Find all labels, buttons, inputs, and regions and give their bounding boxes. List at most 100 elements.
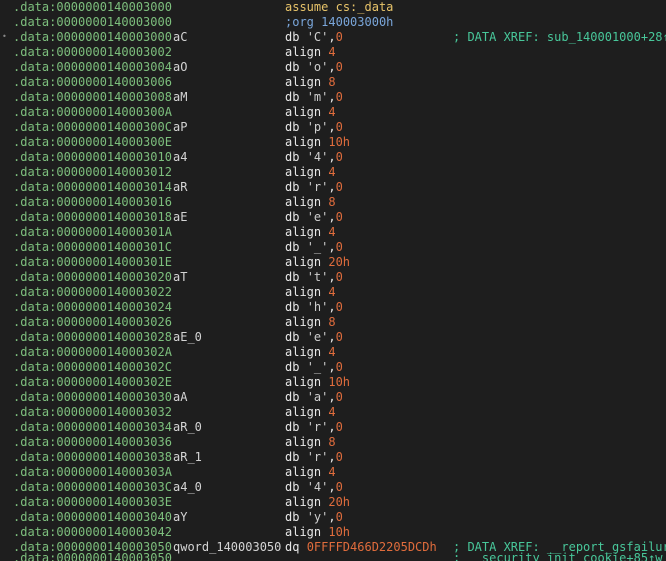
line-address[interactable]: .data:0000000140003012 <box>13 165 172 180</box>
listing-line[interactable]: .data:0000000140003030 aA db 'a',0 <box>0 390 666 405</box>
line-instruction[interactable]: db 'p',0 <box>285 120 343 135</box>
line-instruction[interactable]: db '4',0 <box>285 150 343 165</box>
line-xref-comment[interactable]: ; DATA XREF: sub_140001000+28↑o <box>453 30 666 45</box>
listing-line[interactable]: .data:0000000140003042 align 10h <box>0 525 666 540</box>
line-instruction[interactable]: db 'C',0 <box>285 30 343 45</box>
listing-line[interactable]: .data:000000014000301A align 4 <box>0 225 666 240</box>
line-label[interactable]: a4_0 <box>173 480 202 495</box>
line-label[interactable]: aY <box>173 510 187 525</box>
line-address[interactable]: .data:000000014000302C <box>13 360 172 375</box>
line-instruction[interactable]: db 'a',0 <box>285 390 343 405</box>
line-instruction[interactable]: db 'r',0 <box>285 180 343 195</box>
listing-line[interactable]: .data:0000000140003034 aR_0 db 'r',0 <box>0 420 666 435</box>
line-address[interactable]: .data:0000000140003040 <box>13 510 172 525</box>
line-instruction[interactable]: align 4 <box>285 285 336 300</box>
listing-line[interactable]: .data:0000000140003000 ;org 140003000h <box>0 15 666 30</box>
line-instruction[interactable]: db 'y',0 <box>285 510 343 525</box>
listing-line[interactable]: .data:0000000140003020 aT db 't',0 <box>0 270 666 285</box>
line-instruction[interactable]: assume cs:_data <box>285 0 393 15</box>
line-address[interactable]: .data:0000000140003014 <box>13 180 172 195</box>
line-label[interactable]: aO <box>173 60 187 75</box>
listing-line[interactable]: .data:000000014000301E align 20h <box>0 255 666 270</box>
line-address[interactable]: .data:0000000140003024 <box>13 300 172 315</box>
line-instruction[interactable]: align 20h <box>285 495 350 510</box>
line-address[interactable]: .data:0000000140003038 <box>13 450 172 465</box>
line-address[interactable]: .data:0000000140003006 <box>13 75 172 90</box>
listing-line[interactable]: .data:0000000140003012 align 4 <box>0 165 666 180</box>
line-address[interactable]: .data:0000000140003020 <box>13 270 172 285</box>
line-instruction[interactable]: db '_',0 <box>285 360 343 375</box>
line-label[interactable]: aR_0 <box>173 420 202 435</box>
line-instruction[interactable]: align 8 <box>285 75 336 90</box>
line-address[interactable]: .data:0000000140003000 <box>13 15 172 30</box>
line-label[interactable]: aA <box>173 390 187 405</box>
line-instruction[interactable]: align 4 <box>285 225 336 240</box>
listing-line[interactable]: .data:000000014000303A align 4 <box>0 465 666 480</box>
line-instruction[interactable]: db 'e',0 <box>285 210 343 225</box>
listing-line[interactable]: .data:000000014000302C db '_',0 <box>0 360 666 375</box>
listing-line[interactable]: .data:000000014000302A align 4 <box>0 345 666 360</box>
listing-line[interactable]: .data:0000000140003008 aM db 'm',0 <box>0 90 666 105</box>
listing-line[interactable]: .data:0000000140003026 align 8 <box>0 315 666 330</box>
line-address[interactable]: .data:0000000140003008 <box>13 90 172 105</box>
line-instruction[interactable]: align 10h <box>285 135 350 150</box>
line-label[interactable]: aC <box>173 30 187 45</box>
line-instruction[interactable]: align 8 <box>285 435 336 450</box>
listing-line[interactable]: .data:0000000140003028 aE_0 db 'e',0 <box>0 330 666 345</box>
line-instruction[interactable]: db 'o',0 <box>285 60 343 75</box>
listing-line[interactable]: .data:0000000140003002 align 4 <box>0 45 666 60</box>
line-address[interactable]: .data:0000000140003028 <box>13 330 172 345</box>
listing-line[interactable]: .data:0000000140003022 align 4 <box>0 285 666 300</box>
line-address[interactable]: .data:0000000140003042 <box>13 525 172 540</box>
line-address[interactable]: .data:000000014000301A <box>13 225 172 240</box>
line-address[interactable]: .data:0000000140003016 <box>13 195 172 210</box>
line-address[interactable]: .data:0000000140003010 <box>13 150 172 165</box>
line-instruction[interactable]: align 10h <box>285 375 350 390</box>
line-address[interactable]: .data:0000000140003000 <box>13 30 172 45</box>
line-address[interactable]: .data:000000014000300C <box>13 120 172 135</box>
line-address[interactable]: .data:000000014000303E <box>13 495 172 510</box>
listing-line[interactable]: .data:0000000140003038 aR_1 db 'r',0 <box>0 450 666 465</box>
listing-line[interactable]: .data:0000000140003032 align 4 <box>0 405 666 420</box>
listing-line[interactable]: .data:0000000140003000 assume cs:_data <box>0 0 666 15</box>
line-address[interactable]: .data:0000000140003032 <box>13 405 172 420</box>
line-instruction[interactable]: db 'r',0 <box>285 450 343 465</box>
listing-line[interactable]: .data:0000000140003016 align 8 <box>0 195 666 210</box>
line-instruction[interactable]: align 8 <box>285 195 336 210</box>
line-label[interactable]: aR_1 <box>173 450 202 465</box>
line-instruction[interactable]: db 'r',0 <box>285 420 343 435</box>
listing-line[interactable]: .data:0000000140003014 aR db 'r',0 <box>0 180 666 195</box>
listing-line[interactable]: .data:000000014000300C aP db 'p',0 <box>0 120 666 135</box>
listing-line[interactable]: .data:0000000140003006 align 8 <box>0 75 666 90</box>
line-label[interactable]: a4 <box>173 150 187 165</box>
listing-line[interactable]: .data:0000000140003040 aY db 'y',0 <box>0 510 666 525</box>
line-address[interactable]: .data:000000014000302E <box>13 375 172 390</box>
line-address[interactable]: .data:000000014000301E <box>13 255 172 270</box>
line-instruction[interactable]: align 4 <box>285 345 336 360</box>
line-instruction[interactable]: align 20h <box>285 255 350 270</box>
line-address[interactable]: .data:0000000140003000 <box>13 0 172 15</box>
line-address[interactable]: .data:000000014000303A <box>13 465 172 480</box>
line-label[interactable]: aP <box>173 120 187 135</box>
line-instruction[interactable]: align 4 <box>285 45 336 60</box>
listing-line[interactable]: .data:0000000140003018 aE db 'e',0 <box>0 210 666 225</box>
line-address[interactable]: .data:0000000140003050 <box>13 551 172 561</box>
line-label[interactable]: aE_0 <box>173 330 202 345</box>
line-xref-comment[interactable]: ; __security_init_cookie+85↑w <box>453 551 663 561</box>
line-address[interactable]: .data:0000000140003030 <box>13 390 172 405</box>
line-instruction[interactable]: align 4 <box>285 105 336 120</box>
line-address[interactable]: .data:000000014000303C <box>13 480 172 495</box>
disassembly-view[interactable]: .data:0000000140003000 assume cs:_data .da… <box>0 0 666 561</box>
line-instruction[interactable]: ;org 140003000h <box>285 15 393 30</box>
line-instruction[interactable]: db 'm',0 <box>285 90 343 105</box>
line-instruction[interactable]: align 4 <box>285 405 336 420</box>
line-address[interactable]: .data:0000000140003004 <box>13 60 172 75</box>
line-instruction[interactable]: db 'h',0 <box>285 300 343 315</box>
line-instruction[interactable]: db '_',0 <box>285 240 343 255</box>
listing-line[interactable]: .data:000000014000300E align 10h <box>0 135 666 150</box>
line-address[interactable]: .data:0000000140003036 <box>13 435 172 450</box>
listing-line[interactable]: .data:000000014000301C db '_',0 <box>0 240 666 255</box>
listing-line[interactable]: .data:0000000140003036 align 8 <box>0 435 666 450</box>
line-address[interactable]: .data:0000000140003026 <box>13 315 172 330</box>
listing-line[interactable]: .data:000000014000302E align 10h <box>0 375 666 390</box>
